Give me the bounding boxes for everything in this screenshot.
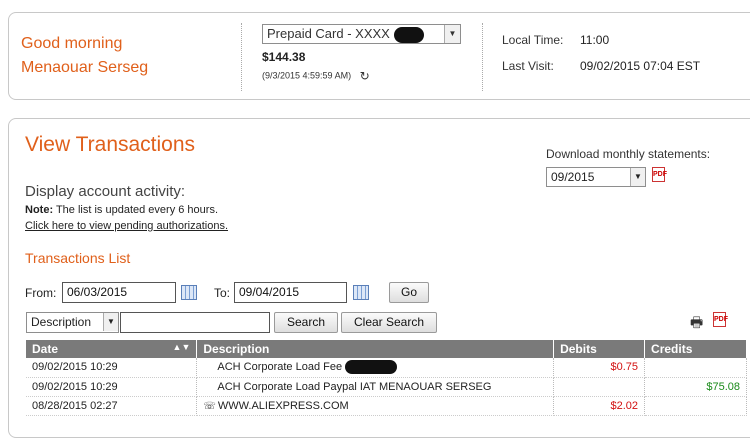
chevron-down-icon: ▼ <box>444 25 460 43</box>
greeting-line: Good morning <box>21 35 123 52</box>
phone-icon: ☏ <box>203 400 216 412</box>
display-activity-heading: Display account activity: <box>25 183 186 200</box>
search-field-value: Description <box>31 315 92 329</box>
local-time-value: 11:00 <box>580 33 610 47</box>
from-date-input[interactable]: 06/03/2015 <box>62 282 176 303</box>
from-label: From: <box>25 286 57 300</box>
row-description-text: WWW.ALIEXPRESS.COM <box>217 399 349 412</box>
table-row[interactable]: 08/28/2015 02:27 ☏ WWW.ALIEXPRESS.COM $2.… <box>26 396 747 416</box>
calendar-icon[interactable] <box>353 285 369 300</box>
redacted-mark <box>394 26 425 43</box>
redacted-mark <box>345 360 398 375</box>
row-debit: $2.02 <box>553 396 646 416</box>
table-row[interactable]: 09/02/2015 10:29 ACH Corporate Load Payp… <box>26 377 747 397</box>
note-text: The list is updated every 6 hours. <box>53 204 218 216</box>
page-title: View Transactions <box>25 133 196 156</box>
account-select[interactable]: Prepaid Card - XXXX ▼ <box>262 24 461 44</box>
search-input[interactable] <box>120 312 270 333</box>
pdf-icon[interactable]: PDF <box>652 167 667 182</box>
pdf-icon[interactable]: PDF <box>713 312 728 327</box>
row-description: ACH Corporate Load Fee <box>196 358 555 378</box>
row-description: ☏ WWW.ALIEXPRESS.COM <box>196 396 555 416</box>
account-balance: $144.38 <box>262 50 306 64</box>
row-credit <box>644 358 747 378</box>
transactions-panel: View Transactions Display account activi… <box>8 118 750 438</box>
column-header-credits: Credits <box>644 340 747 358</box>
download-statements-label: Download monthly statements: <box>546 147 711 161</box>
column-header-label: Date <box>32 342 59 356</box>
row-debit: $0.75 <box>553 358 646 378</box>
pending-authorizations-link[interactable]: Click here to view pending authorization… <box>25 220 228 232</box>
transactions-table: Date ▲▼ Description Debits Credits 09/02… <box>26 340 747 416</box>
statement-month-select[interactable]: 09/2015 ▼ <box>546 167 646 187</box>
row-credit <box>644 396 747 416</box>
account-header-panel: Good morning Menaouar Serseg Prepaid Car… <box>8 12 750 100</box>
row-credit: $75.08 <box>644 377 747 397</box>
greeting: Good morning Menaouar Serseg <box>21 32 148 80</box>
statement-month-value: 09/2015 <box>551 170 595 184</box>
sort-icon[interactable]: ▲▼ <box>173 342 191 352</box>
update-note: Note: The list is updated every 6 hours. <box>25 204 218 216</box>
balance-date-text: (9/3/2015 4:59:59 AM) <box>262 70 352 81</box>
chevron-down-icon: ▼ <box>630 168 645 186</box>
divider <box>241 23 242 91</box>
search-button[interactable]: Search <box>274 312 338 333</box>
column-header-description: Description <box>196 340 555 358</box>
balance-date: (9/3/2015 4:59:59 AM) ↻ <box>262 69 370 83</box>
account-select-value: Prepaid Card - XXXX <box>267 26 390 41</box>
row-debit <box>553 377 646 397</box>
row-description: ACH Corporate Load Paypal IAT MENAOUAR S… <box>196 377 555 397</box>
table-row[interactable]: 09/02/2015 10:29 ACH Corporate Load Fee … <box>26 358 747 378</box>
calendar-icon[interactable] <box>181 285 197 300</box>
clear-search-button[interactable]: Clear Search <box>341 312 437 333</box>
column-header-debits: Debits <box>553 340 646 358</box>
local-time-label: Local Time: <box>502 33 564 47</box>
to-date-input[interactable]: 09/04/2015 <box>234 282 347 303</box>
last-visit-label: Last Visit: <box>502 59 554 73</box>
row-date: 09/02/2015 10:29 <box>26 377 198 397</box>
search-field-select[interactable]: Description ▼ <box>26 312 119 333</box>
user-name: Menaouar Serseg <box>21 59 149 76</box>
divider <box>482 23 483 91</box>
printer-icon[interactable]: 🖶 <box>690 312 703 336</box>
to-label: To: <box>214 286 231 300</box>
column-header-date[interactable]: Date ▲▼ <box>26 340 198 358</box>
go-button[interactable]: Go <box>389 282 429 303</box>
table-header-row: Date ▲▼ Description Debits Credits <box>26 340 747 358</box>
row-date: 09/02/2015 10:29 <box>26 358 198 378</box>
row-date: 08/28/2015 02:27 <box>26 396 198 416</box>
last-visit-value: 09/02/2015 07:04 EST <box>580 59 701 73</box>
note-label: Note: <box>25 204 54 216</box>
row-description-text: ACH Corporate Load Fee <box>217 361 343 374</box>
refresh-icon[interactable]: ↻ <box>360 69 370 83</box>
chevron-down-icon: ▼ <box>103 313 118 331</box>
transactions-list-title: Transactions List <box>25 250 131 266</box>
